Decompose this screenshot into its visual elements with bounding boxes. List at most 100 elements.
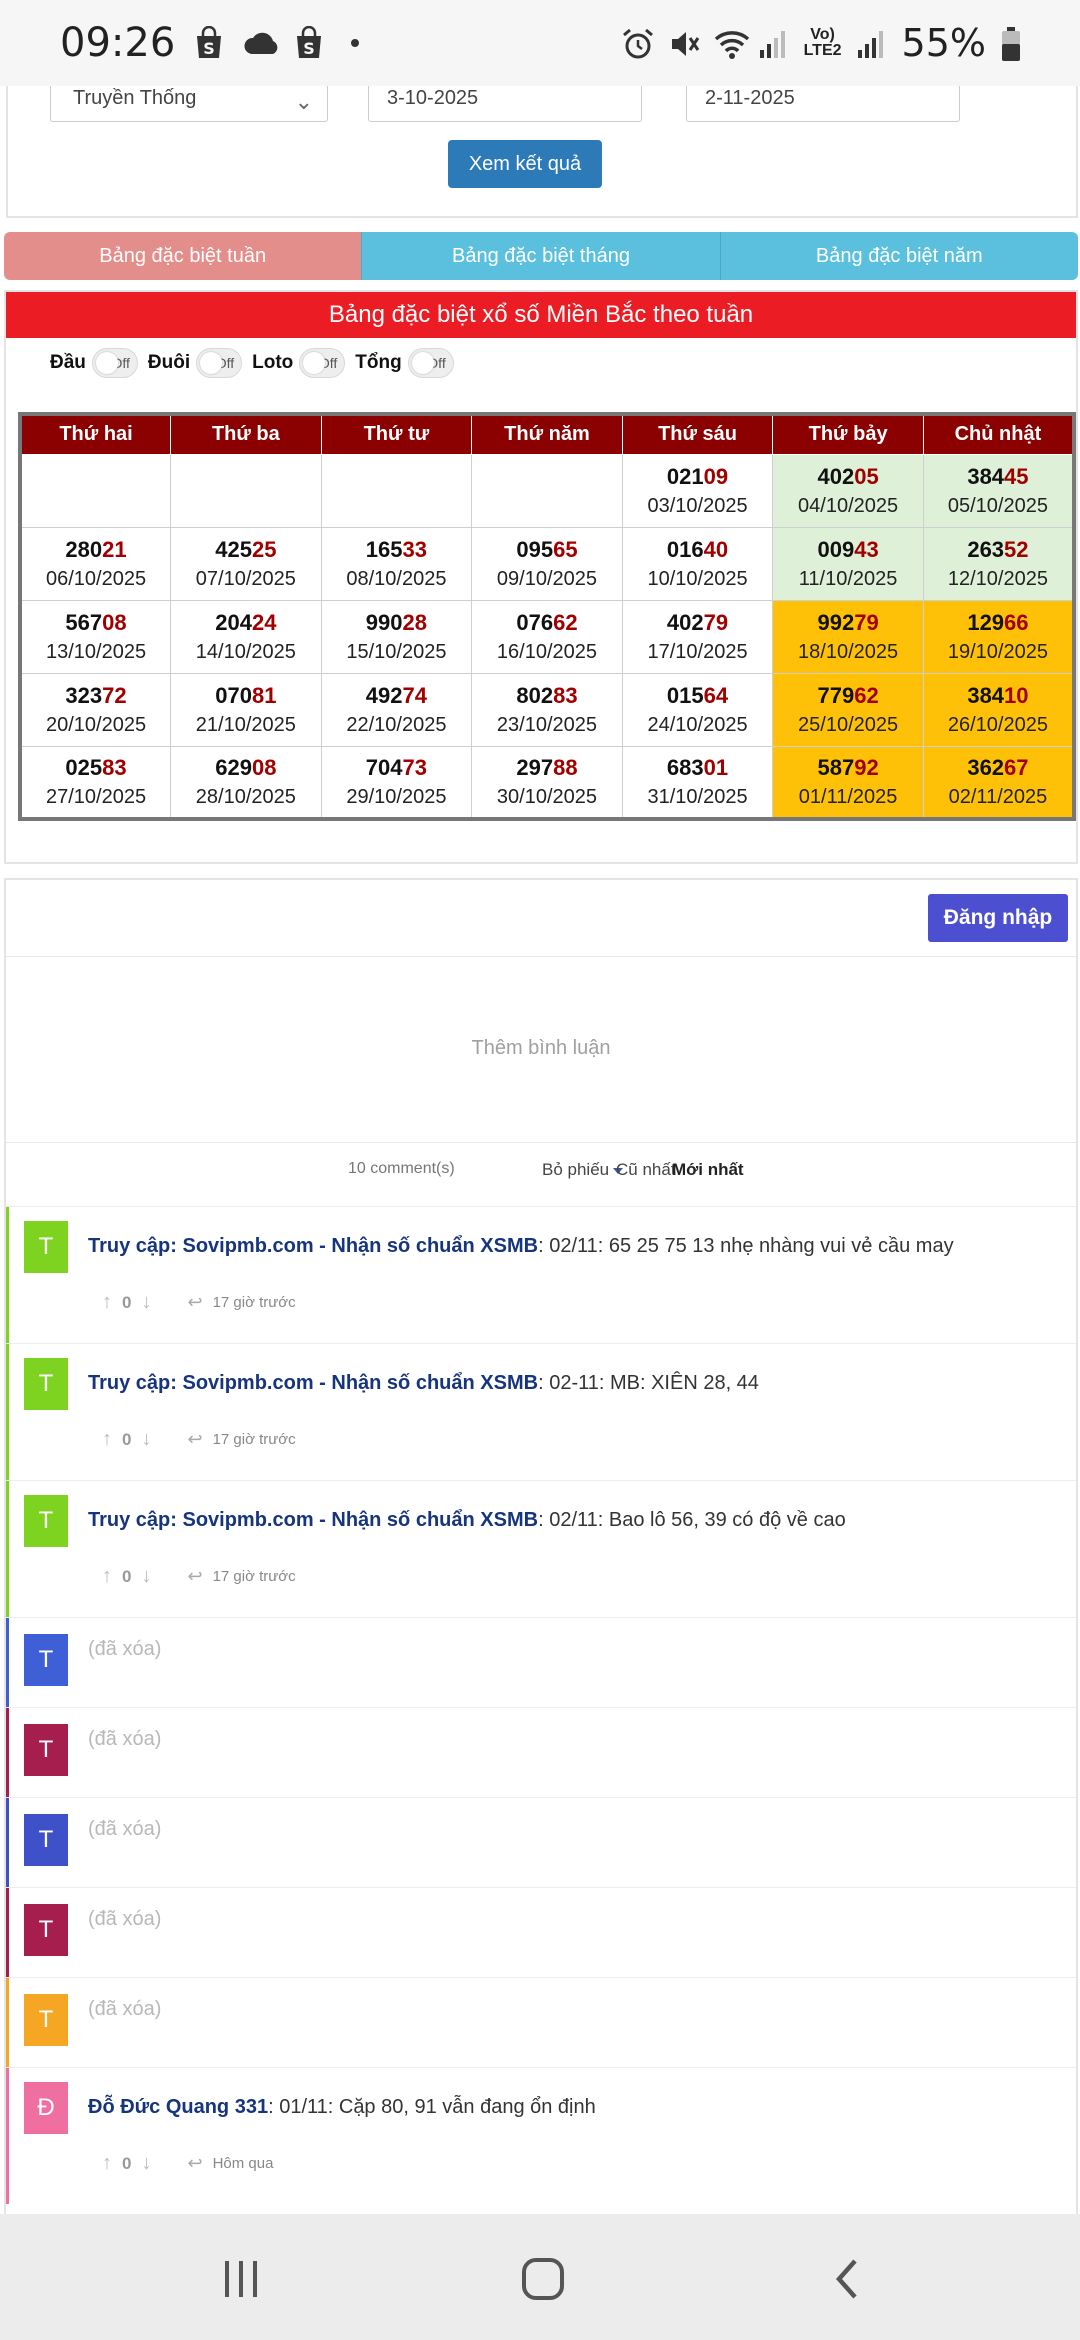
toggle-label-duoi: Đuôi (147, 352, 191, 373)
grid-row: 28021 06/10/2025 42525 07/10/2025 16533 08/10… (19, 526, 1075, 601)
special-number: 01564 (623, 681, 773, 711)
add-comment-input[interactable]: Thêm bình luận (6, 956, 1076, 1140)
special-number: 99279 (773, 608, 923, 638)
number-head: 095 (516, 536, 554, 562)
comment-time: 17 giờ trước (212, 1431, 296, 1448)
toggle-loto[interactable]: Off (299, 348, 346, 378)
draw-date: 09/10/2025 (496, 567, 598, 590)
avatar[interactable]: T (24, 1221, 68, 1273)
grid-cell: 02109 03/10/2025 (621, 453, 774, 528)
number-tail: 73 (402, 754, 427, 780)
comment-author[interactable]: Đỗ Đức Quang 331 (88, 2096, 268, 2118)
comment-item: T (đã xóa) (6, 1707, 1076, 1797)
alarm-icon (620, 26, 653, 60)
comment-author[interactable]: Truy cập: Sovipmb.com - Nhận số chuẩn XS… (88, 1372, 538, 1394)
grid-cell: 56708 13/10/2025 (19, 599, 172, 674)
number-head: 567 (65, 609, 103, 635)
upvote-icon[interactable]: ↑ (102, 1565, 112, 1588)
comment-item: Đ Đỗ Đức Quang 331: 01/11: Cặp 80, 91 vẫn… (6, 2067, 1076, 2204)
comment-item: T Truy cập: Sovipmb.com - Nhận số chuẩn X… (6, 1480, 1076, 1617)
vote-score: 0 (122, 1566, 132, 1586)
draw-date: 23/10/2025 (496, 713, 598, 736)
table-tabs: Bảng đặc biệt tuần Bảng đặc biệt tháng B… (4, 232, 1078, 280)
comment-time: 17 giờ trước (212, 1568, 296, 1585)
number-head: 704 (365, 754, 403, 780)
toggle-duoi[interactable]: Off (196, 348, 243, 378)
upvote-icon[interactable]: ↑ (102, 2152, 112, 2175)
downvote-icon[interactable]: ↓ (141, 1428, 151, 1451)
grid-cell: 32372 20/10/2025 (19, 672, 172, 747)
sort-newest[interactable]: Mới nhất (672, 1160, 744, 1180)
avatar[interactable]: T (24, 1495, 68, 1547)
downvote-icon[interactable]: ↓ (141, 2152, 151, 2175)
draw-date: 05/10/2025 (947, 494, 1048, 517)
number-head: 015 (666, 682, 704, 708)
comment-accent-bar (6, 2068, 9, 2204)
avatar[interactable]: T (24, 1358, 68, 1410)
number-tail: 67 (1004, 754, 1029, 780)
comment-author[interactable]: Truy cập: Sovipmb.com - Nhận số chuẩn XS… (88, 1509, 538, 1531)
comment-actions: ↑ 0 ↓ ↩ 17 giờ trước (102, 1565, 296, 1588)
draw-date: 28/10/2025 (195, 785, 296, 808)
column-header: Thứ bảy (772, 413, 924, 455)
downvote-icon[interactable]: ↓ (141, 1565, 151, 1588)
number-tail: 45 (1004, 463, 1029, 489)
avatar[interactable]: T (24, 1814, 68, 1866)
reply-icon[interactable]: ↩ (187, 2153, 202, 2174)
status-bar: 09:26 S S Vo) LTE2 55% (0, 0, 1080, 86)
toggle-tong[interactable]: Off (407, 348, 454, 378)
avatar[interactable]: T (24, 1724, 68, 1776)
upvote-icon[interactable]: ↑ (102, 1291, 112, 1314)
number-head: 297 (516, 754, 554, 780)
sort-oldest[interactable]: Cũ nhất (616, 1160, 676, 1180)
downvote-icon[interactable]: ↓ (141, 1291, 151, 1314)
avatar[interactable]: Đ (24, 2082, 68, 2134)
tab-monthly[interactable]: Bảng đặc biệt tháng (362, 232, 721, 280)
number-tail: 01 (703, 754, 729, 780)
toggle-label-dau: Đầu (50, 352, 86, 373)
sort-votes[interactable]: Bỏ phiếu (542, 1160, 624, 1180)
grid-cell: 12966 19/10/2025 (922, 599, 1075, 674)
upvote-icon[interactable]: ↑ (102, 1428, 112, 1451)
number-tail: 66 (1004, 609, 1029, 635)
reply-icon[interactable]: ↩ (187, 1429, 202, 1450)
avatar[interactable]: T (24, 1904, 68, 1956)
comment-item: T (đã xóa) (6, 1977, 1076, 2067)
vote-score: 0 (122, 2153, 132, 2173)
home-icon[interactable] (508, 2244, 578, 2314)
number-head: 402 (817, 463, 855, 489)
number-tail: 62 (553, 609, 578, 635)
number-tail: 21 (102, 536, 127, 562)
special-number: 40279 (623, 608, 773, 638)
grid-cell: 80283 23/10/2025 (471, 672, 623, 747)
grid-cell: 38445 05/10/2025 (922, 453, 1075, 528)
reply-icon[interactable]: ↩ (187, 1566, 202, 1587)
view-results-button[interactable]: Xem kết quả (448, 140, 602, 188)
draw-date: 21/10/2025 (195, 713, 296, 736)
avatar[interactable]: T (24, 1634, 68, 1686)
number-head: 362 (967, 754, 1005, 780)
cloud-icon (243, 26, 278, 60)
comment-author[interactable]: Truy cập: Sovipmb.com - Nhận số chuẩn XS… (88, 1235, 538, 1257)
tab-yearly[interactable]: Bảng đặc biệt năm (720, 232, 1078, 280)
number-tail: 83 (102, 754, 127, 780)
comment-item: T Truy cập: Sovipmb.com - Nhận số chuẩn X… (6, 1206, 1076, 1343)
comment-accent-bar (6, 1978, 9, 2067)
recent-apps-icon[interactable] (206, 2244, 276, 2314)
reply-icon[interactable]: ↩ (187, 1292, 202, 1313)
grid-cell: 26352 12/10/2025 (922, 526, 1075, 601)
number-head: 165 (365, 536, 403, 562)
special-number: 02109 (623, 462, 773, 492)
tab-weekly[interactable]: Bảng đặc biệt tuần (4, 232, 363, 280)
number-tail: 40 (703, 536, 729, 562)
toggle-label-tong: Tổng (355, 352, 402, 373)
grid-cell: 09565 09/10/2025 (471, 526, 623, 601)
grid-cell: 42525 07/10/2025 (170, 526, 322, 601)
avatar[interactable]: T (24, 1994, 68, 2046)
login-button[interactable]: Đăng nhập (928, 894, 1068, 942)
number-head: 384 (967, 682, 1005, 708)
number-head: 425 (215, 536, 252, 562)
number-tail: 33 (402, 536, 427, 562)
toggle-dau[interactable]: Off (91, 348, 138, 378)
back-icon[interactable] (812, 2244, 882, 2314)
